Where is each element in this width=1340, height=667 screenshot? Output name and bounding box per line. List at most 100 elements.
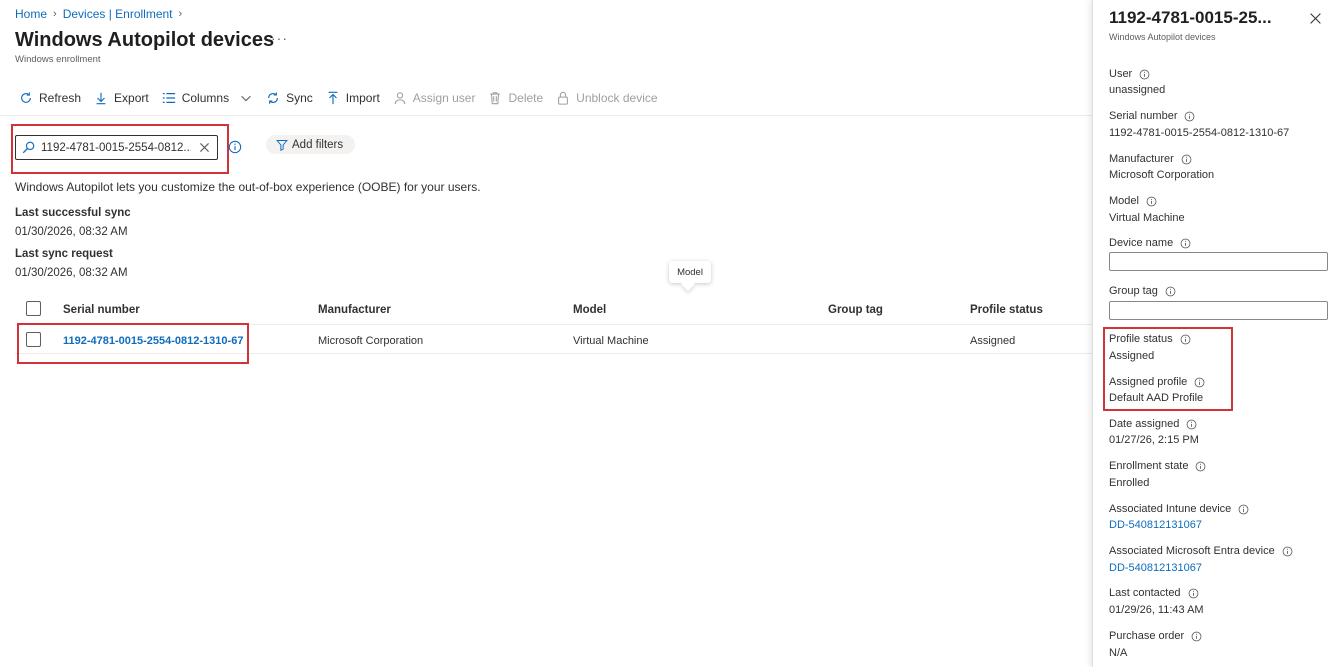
intune-device-label-text: Associated Intune device <box>1109 503 1232 515</box>
add-filters-button[interactable]: Add filters <box>266 135 356 154</box>
assign-user-icon <box>394 92 406 105</box>
info-icon[interactable] <box>1186 419 1197 430</box>
close-icon[interactable] <box>198 141 211 154</box>
last-successful-sync-value: 01/30/2026, 08:32 AM <box>15 226 128 238</box>
device-name-label: Device name <box>1109 237 1191 249</box>
last-contacted-label-text: Last contacted <box>1109 587 1181 599</box>
info-icon[interactable] <box>1139 69 1150 80</box>
chevron-right-icon: › <box>53 8 57 20</box>
info-icon[interactable] <box>1191 631 1202 642</box>
last-sync-request-label: Last sync request <box>15 248 113 260</box>
delete-label: Delete <box>508 91 544 105</box>
serial-number-value: 1192-4781-0015-2554-0812-1310-67 <box>1109 127 1290 139</box>
column-header-serial-number[interactable]: Serial number <box>63 304 140 316</box>
search-box[interactable] <box>15 135 218 160</box>
info-icon[interactable] <box>1180 334 1191 345</box>
device-name-input[interactable] <box>1109 252 1328 271</box>
entra-device-link[interactable]: DD-540812131067 <box>1109 562 1202 574</box>
column-header-model[interactable]: Model <box>573 304 606 316</box>
group-tag-label-text: Group tag <box>1109 285 1158 297</box>
manufacturer-value: Microsoft Corporation <box>1109 169 1215 181</box>
group-tag-input[interactable] <box>1109 301 1328 320</box>
enrollment-state-label-text: Enrollment state <box>1109 460 1189 472</box>
column-header-group-tag[interactable]: Group tag <box>828 304 883 316</box>
export-icon <box>96 92 106 105</box>
date-assigned-label: Date assigned <box>1109 418 1197 430</box>
column-header-profile-status[interactable]: Profile status <box>970 304 1043 316</box>
last-contacted-label: Last contacted <box>1109 587 1199 599</box>
unblock-device-label: Unblock device <box>576 91 658 105</box>
manufacturer-cell: Microsoft Corporation <box>318 335 424 347</box>
select-all-checkbox[interactable] <box>26 301 41 316</box>
profile-status-label: Profile status <box>1109 333 1191 345</box>
toolbar: Refresh Export Columns Sync Import Assig… <box>19 88 671 108</box>
info-icon[interactable] <box>1238 504 1249 515</box>
manufacturer-label-text: Manufacturer <box>1109 153 1174 165</box>
enrollment-state-value: Enrolled <box>1109 477 1150 489</box>
breadcrumb: Home › Devices | Enrollment › <box>15 7 182 21</box>
profile-status-label-text: Profile status <box>1109 333 1173 345</box>
assigned-profile-label-text: Assigned profile <box>1109 376 1188 388</box>
breadcrumb-devices-enrollment[interactable]: Devices | Enrollment <box>63 7 173 21</box>
breadcrumb-home[interactable]: Home <box>15 7 47 21</box>
filter-icon <box>276 139 288 151</box>
sync-label: Sync <box>286 91 313 105</box>
panel-subtitle: Windows Autopilot devices <box>1109 32 1216 42</box>
entra-device-label: Associated Microsoft Entra device <box>1109 545 1293 557</box>
info-icon[interactable] <box>1195 461 1206 472</box>
more-options-button[interactable]: ··· <box>271 30 288 46</box>
assigned-profile-value: Default AAD Profile <box>1109 392 1204 404</box>
columns-button[interactable]: Columns <box>162 91 253 105</box>
info-icon[interactable] <box>1180 238 1191 249</box>
serial-number-label: Serial number <box>1109 110 1195 122</box>
info-icon[interactable] <box>1165 286 1176 297</box>
assign-user-button[interactable]: Assign user <box>393 91 475 105</box>
info-icon[interactable] <box>1282 546 1293 557</box>
user-value: unassigned <box>1109 84 1166 96</box>
enrollment-state-label: Enrollment state <box>1109 460 1206 472</box>
model-label-text: Model <box>1109 195 1139 207</box>
table-header: Serial number Manufacturer Model Group t… <box>15 297 1092 325</box>
export-label: Export <box>114 91 149 105</box>
import-icon <box>328 91 338 105</box>
chevron-down-icon <box>241 95 251 102</box>
intune-device-link[interactable]: DD-540812131067 <box>1109 519 1202 531</box>
user-label: User <box>1109 68 1150 80</box>
delete-button[interactable]: Delete <box>488 91 543 105</box>
info-icon[interactable] <box>1188 588 1199 599</box>
info-icon[interactable] <box>1194 377 1205 388</box>
row-highlight-box <box>17 323 249 364</box>
columns-icon <box>162 93 175 103</box>
refresh-button[interactable]: Refresh <box>19 91 81 105</box>
user-label-text: User <box>1109 68 1133 80</box>
last-sync-request-value: 01/30/2026, 08:32 AM <box>15 267 128 279</box>
close-icon[interactable] <box>1309 12 1322 25</box>
column-tooltip: Model <box>669 261 711 283</box>
unblock-device-button[interactable]: Unblock device <box>556 91 658 105</box>
add-filters-label: Add filters <box>292 138 344 151</box>
profile-status-cell: Assigned <box>970 335 1016 347</box>
info-icon[interactable] <box>1184 111 1195 122</box>
unblock-icon <box>558 91 569 105</box>
info-icon[interactable] <box>228 140 242 154</box>
import-button[interactable]: Import <box>326 91 380 105</box>
columns-label: Columns <box>181 91 230 105</box>
manufacturer-label: Manufacturer <box>1109 153 1192 165</box>
info-icon[interactable] <box>1146 196 1157 207</box>
intune-device-label: Associated Intune device <box>1109 503 1249 515</box>
info-icon[interactable] <box>1181 154 1192 165</box>
purchase-order-label: Purchase order <box>1109 630 1202 642</box>
purchase-order-label-text: Purchase order <box>1109 630 1185 642</box>
search-input[interactable] <box>41 141 191 154</box>
panel-title: 1192-4781-0015-25... <box>1109 8 1272 27</box>
chevron-right-icon: › <box>178 8 183 20</box>
delete-icon <box>490 92 501 105</box>
column-header-manufacturer[interactable]: Manufacturer <box>318 304 391 316</box>
export-button[interactable]: Export <box>94 91 149 105</box>
device-details-panel: 1192-4781-0015-25... Windows Autopilot d… <box>1092 0 1340 667</box>
purchase-order-value: N/A <box>1109 647 1128 659</box>
description-text: Windows Autopilot lets you customize the… <box>15 180 481 194</box>
sync-button[interactable]: Sync <box>266 91 313 105</box>
page-title: Windows Autopilot devices <box>15 29 275 51</box>
profile-status-value: Assigned <box>1109 350 1155 362</box>
